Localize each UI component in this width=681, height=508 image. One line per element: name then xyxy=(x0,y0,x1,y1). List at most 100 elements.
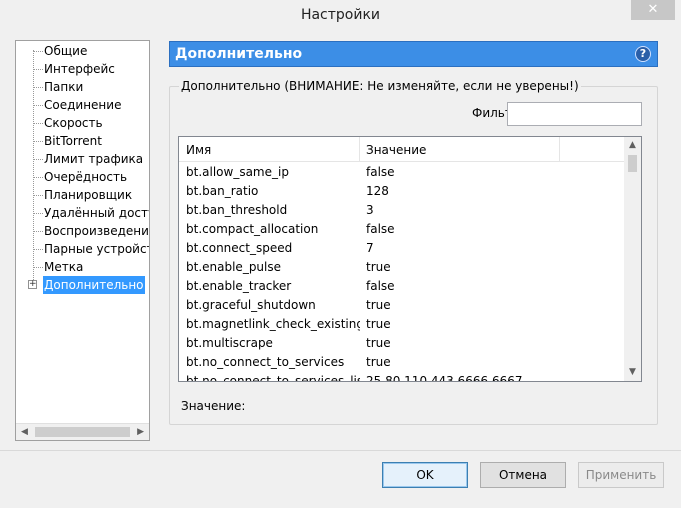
sidebar-item[interactable]: BitTorrent xyxy=(16,132,149,150)
sidebar-item-label: Интерфейс xyxy=(44,62,115,76)
scroll-up-icon[interactable]: ▲ xyxy=(624,137,641,154)
filter-input[interactable] xyxy=(507,102,642,126)
tree-connector xyxy=(33,213,43,214)
setting-value: true xyxy=(366,317,391,331)
sidebar-item-label: BitTorrent xyxy=(44,134,102,148)
setting-value: false xyxy=(366,222,395,236)
table-row[interactable]: bt.enable_tracker false xyxy=(179,277,624,296)
group-label: Дополнительно (ВНИМАНИЕ: Не изменяйте, е… xyxy=(179,79,581,93)
setting-name: bt.graceful_shutdown xyxy=(186,298,316,312)
sidebar-item[interactable]: Папки xyxy=(16,78,149,96)
scroll-left-icon[interactable]: ◀ xyxy=(21,427,28,437)
sidebar-item-label: Удалённый доступ xyxy=(44,206,149,220)
scroll-down-icon[interactable]: ▼ xyxy=(624,364,641,381)
sidebar-item[interactable]: Парные устройства xyxy=(16,240,149,258)
tree-connector xyxy=(33,105,43,106)
apply-button[interactable]: Применить xyxy=(578,462,664,488)
tree-connector xyxy=(33,231,43,232)
sidebar-item[interactable]: + Дополнительно xyxy=(16,276,149,294)
setting-name: bt.compact_allocation xyxy=(186,222,319,236)
column-header-value[interactable]: Значение xyxy=(359,137,559,162)
sidebar-item[interactable]: Удалённый доступ xyxy=(16,204,149,222)
tree-connector xyxy=(33,69,43,70)
sidebar-item[interactable]: Планировщик xyxy=(16,186,149,204)
table-row[interactable]: bt.graceful_shutdown true xyxy=(179,296,624,315)
sidebar-item-label: Парные устройства xyxy=(44,242,149,256)
setting-name: bt.no_connect_to_services_list xyxy=(186,374,360,382)
setting-name: bt.enable_pulse xyxy=(186,260,282,274)
title-bar: Настройки ✕ xyxy=(0,0,681,30)
setting-name: bt.magnetlink_check_existing_... xyxy=(186,317,360,331)
table-row[interactable]: bt.no_connect_to_services true xyxy=(179,353,624,372)
tree-connector xyxy=(33,123,43,124)
setting-value: 128 xyxy=(366,184,389,198)
setting-value: false xyxy=(366,279,395,293)
divider xyxy=(0,450,681,451)
section-header: Дополнительно ? xyxy=(169,41,658,67)
sidebar-item[interactable]: Метка xyxy=(16,258,149,276)
table-row[interactable]: bt.no_connect_to_services_list 25,80,110,… xyxy=(179,372,624,382)
window-title: Настройки xyxy=(300,7,381,23)
tree-horizontal-scrollbar[interactable]: ◀ ▶ xyxy=(16,423,149,440)
sidebar-item-label: Планировщик xyxy=(44,188,133,202)
cancel-button[interactable]: Отмена xyxy=(480,462,566,488)
tree-connector xyxy=(33,267,43,268)
sidebar-item-label: Соединение xyxy=(44,98,122,112)
sidebar-item-label: Очерёдность xyxy=(44,170,128,184)
settings-tree[interactable]: Общие Интерфейс Папки Соединение Скорость Bit… xyxy=(15,40,150,441)
table-row[interactable]: bt.enable_pulse true xyxy=(179,258,624,277)
setting-name: bt.ban_threshold xyxy=(186,203,288,217)
table-row[interactable]: bt.compact_allocation false xyxy=(179,220,624,239)
table-row[interactable]: bt.multiscrape true xyxy=(179,334,624,353)
column-separator xyxy=(559,137,560,161)
sidebar-item-label: Лимит трафика xyxy=(44,152,144,166)
setting-value: true xyxy=(366,260,391,274)
filter-label: Фильт xyxy=(472,106,512,120)
scrollbar-thumb[interactable] xyxy=(35,427,130,437)
tree-connector xyxy=(33,177,43,178)
sidebar-item[interactable]: Скорость xyxy=(16,114,149,132)
table-row[interactable]: bt.ban_ratio 128 xyxy=(179,182,624,201)
list-header: Имя Значение xyxy=(179,137,624,162)
setting-value: 7 xyxy=(366,241,374,255)
value-label: Значение: xyxy=(181,399,246,413)
setting-value: true xyxy=(366,336,391,350)
settings-list[interactable]: Имя Значение bt.allow_same_ip false bt.ban… xyxy=(178,136,642,382)
setting-name: bt.enable_tracker xyxy=(186,279,292,293)
sidebar-item[interactable]: Интерфейс xyxy=(16,60,149,78)
table-row[interactable]: bt.magnetlink_check_existing_... true xyxy=(179,315,624,334)
setting-value: 3 xyxy=(366,203,374,217)
sidebar-item-label: Общие xyxy=(44,44,88,58)
sidebar-item[interactable]: Соединение xyxy=(16,96,149,114)
sidebar-item[interactable]: Общие xyxy=(16,42,149,60)
sidebar-item-label: Метка xyxy=(44,260,84,274)
table-row[interactable]: bt.ban_threshold 3 xyxy=(179,201,624,220)
setting-name: bt.ban_ratio xyxy=(186,184,259,198)
sidebar-item[interactable]: Воспроизведение xyxy=(16,222,149,240)
section-title: Дополнительно xyxy=(175,46,303,62)
setting-name: bt.no_connect_to_services xyxy=(186,355,345,369)
help-icon[interactable]: ? xyxy=(635,46,651,62)
tree-connector xyxy=(33,195,43,196)
tree-connector xyxy=(33,141,43,142)
tree-connector xyxy=(33,87,43,88)
sidebar-item[interactable]: Очерёдность xyxy=(16,168,149,186)
setting-name: bt.connect_speed xyxy=(186,241,293,255)
sidebar-item-label: Скорость xyxy=(44,116,103,130)
close-button[interactable]: ✕ xyxy=(631,0,675,20)
list-vertical-scrollbar[interactable]: ▲ ▼ xyxy=(624,137,641,381)
setting-value: false xyxy=(366,165,395,179)
scrollbar-thumb[interactable] xyxy=(628,155,637,172)
table-row[interactable]: bt.connect_speed 7 xyxy=(179,239,624,258)
setting-value: true xyxy=(366,298,391,312)
column-header-name[interactable]: Имя xyxy=(179,137,359,162)
ok-button[interactable]: OK xyxy=(382,462,468,488)
scroll-right-icon[interactable]: ▶ xyxy=(137,427,144,437)
sidebar-item-label: Воспроизведение xyxy=(44,224,150,238)
table-row[interactable]: bt.allow_same_ip false xyxy=(179,163,624,182)
setting-name: bt.allow_same_ip xyxy=(186,165,289,179)
sidebar-item-label: Папки xyxy=(44,80,84,94)
sidebar-item-label: Дополнительно xyxy=(43,276,145,294)
expand-icon[interactable]: + xyxy=(28,280,37,289)
sidebar-item[interactable]: Лимит трафика xyxy=(16,150,149,168)
